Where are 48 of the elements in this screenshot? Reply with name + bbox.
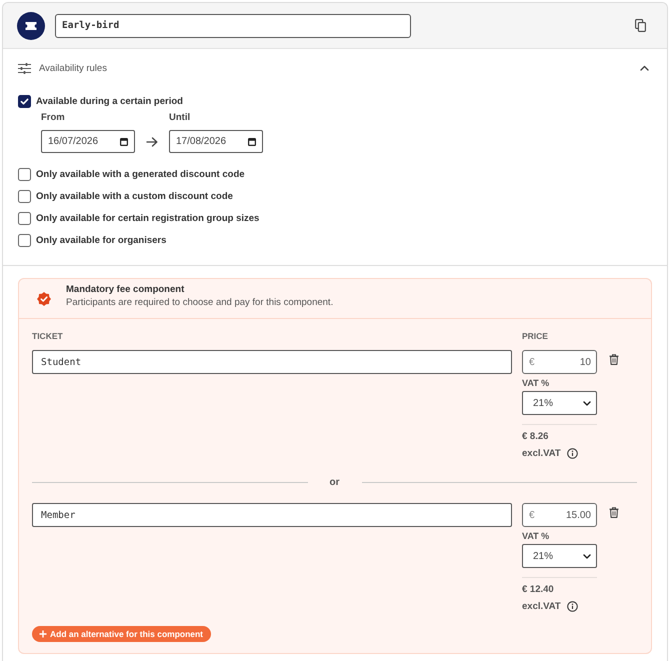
sliders-icon — [18, 62, 31, 74]
column-header: TICKET — [32, 330, 63, 342]
checkbox[interactable] — [18, 212, 31, 224]
info-icon[interactable] — [566, 600, 578, 612]
rule-label: Only available for organisers — [36, 234, 166, 246]
checkbox[interactable] — [18, 168, 31, 180]
date-field[interactable]: 16/07/2026 — [41, 130, 135, 153]
until-label: Until — [169, 112, 192, 124]
rule-label: Only available with a generated discount code — [36, 168, 245, 180]
price-field[interactable]: € 10 — [522, 350, 597, 374]
vat-select[interactable]: 21% — [522, 391, 597, 415]
ticket-name-field[interactable]: Early-bird — [55, 14, 411, 38]
caret-icon — [583, 554, 591, 558]
ticket-name-field[interactable]: Student — [32, 350, 512, 374]
plus-icon — [39, 630, 47, 638]
net-price: € 8.26 — [522, 431, 548, 443]
checkbox[interactable] — [18, 234, 31, 246]
price-field[interactable]: € 15.00 — [522, 503, 597, 527]
vat-select[interactable]: 21% — [522, 544, 597, 568]
checkbox[interactable] — [18, 94, 31, 108]
trash-icon[interactable] — [609, 507, 619, 518]
trash-icon[interactable] — [609, 354, 619, 365]
component-title: Mandatory fee component — [66, 284, 186, 296]
column-header: PRICE — [522, 330, 548, 342]
info-icon[interactable] — [566, 448, 578, 458]
excl-vat-label: excl.VAT — [522, 448, 561, 458]
component-description: Participants are required to choose and pay for this component. — [66, 297, 334, 309]
from-label: From — [41, 112, 66, 124]
ticket-name-field[interactable]: Member — [32, 503, 512, 527]
calendar-icon[interactable] — [248, 138, 256, 146]
vat-label: VAT % — [522, 377, 550, 389]
separator-text: or — [330, 476, 340, 488]
net-price: € 12.40 — [522, 584, 554, 596]
checkbox[interactable] — [18, 190, 31, 202]
vat-label: VAT % — [522, 530, 550, 542]
copy-icon[interactable] — [635, 19, 646, 32]
caret-icon — [583, 400, 591, 406]
badge-check-icon — [37, 292, 51, 306]
section-title: Availability rules — [39, 62, 107, 74]
excl-vat-label: excl.VAT — [522, 600, 561, 612]
ticket-icon — [17, 12, 45, 40]
calendar-icon[interactable] — [120, 138, 128, 146]
rule-label: Only available with a custom discount code — [36, 190, 233, 202]
arrow-right-icon — [146, 136, 158, 146]
date-field[interactable]: 17/08/2026 — [169, 130, 263, 153]
rule-label: Available during a certain period — [36, 96, 183, 106]
rule-label: Only available for certain registration group sizes — [36, 212, 260, 224]
chevron-up-icon[interactable] — [640, 65, 649, 71]
